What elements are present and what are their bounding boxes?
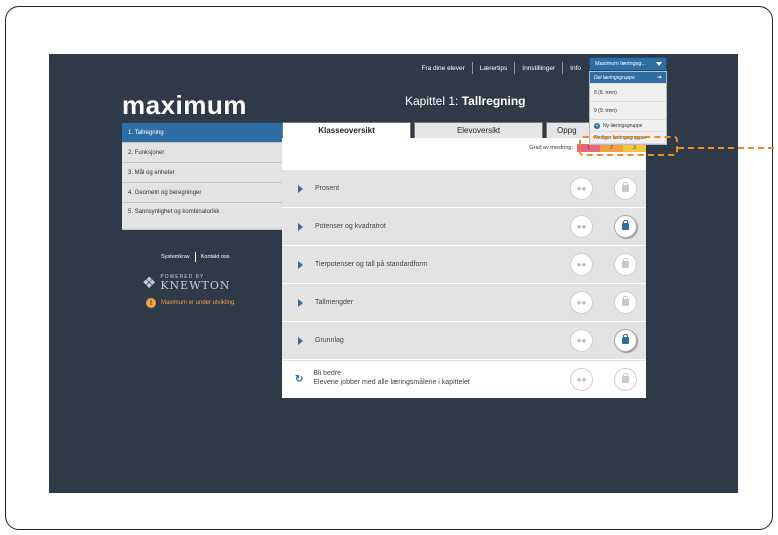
tab-klasseoversikt[interactable]: Klasseoversikt	[282, 122, 411, 138]
group-icon[interactable]: ●●	[570, 329, 593, 352]
chapter-prefix: Kapittel 1:	[405, 94, 462, 108]
dropdown-item-9[interactable]: 9 (9. trinn)	[590, 102, 666, 120]
list-item-label: Grunnlag	[315, 337, 344, 344]
dropdown-menu: Del læringsgruppe ➜ 8 (8. trinn) 9 (9. t…	[589, 71, 667, 145]
list-item[interactable]: Prosent ●●	[282, 170, 646, 208]
dropdown-selected: Maximum læringsg...	[595, 61, 647, 67]
sidebar-item-label: 4. Geometri og beregninger	[128, 189, 202, 196]
warning-icon: !	[146, 298, 156, 308]
dev-notice-text: Maximum er under utvikling	[161, 300, 235, 306]
sidebar-item-label: 5. Sannsynlighet og kombinatorikk	[128, 209, 220, 215]
plus-icon: +	[594, 123, 600, 129]
play-icon[interactable]	[298, 184, 303, 193]
lock-icon[interactable]	[614, 291, 637, 314]
highlight-box	[579, 136, 678, 156]
sidebar-item-label: 1. Tallregning	[128, 129, 164, 136]
share-icon: ➜	[656, 75, 662, 81]
learning-group-dropdown[interactable]: Maximum læringsg...	[589, 57, 667, 71]
lock-icon[interactable]	[614, 177, 637, 200]
play-icon[interactable]	[298, 298, 303, 307]
lock-icon[interactable]	[614, 367, 637, 391]
list-item-label: Tallmengder	[315, 299, 354, 306]
bli-bedre-subtitle: Elevene jobber med alle læringsmålene i …	[313, 379, 470, 386]
page-title: Kapittel 1: Tallregning	[405, 94, 525, 108]
class-overview-panel: Grad av mestring: 1 2 3 Prosent ●● Poten…	[282, 138, 646, 398]
knewton-logo: ❖ POWERED BY KNEWTON	[142, 273, 231, 293]
lock-icon[interactable]	[614, 215, 637, 238]
list-item-bli-bedre[interactable]: ↻ Bli bedre Elevene jobber med alle læri…	[282, 360, 646, 398]
chapter-name: Tallregning	[461, 94, 526, 108]
group-icon[interactable]: ●●	[570, 367, 593, 391]
list-item[interactable]: Tallmengder ●●	[282, 284, 646, 322]
dropdown-item-ny[interactable]: + Ny læringsgruppe	[590, 120, 666, 132]
nav-innstillinger[interactable]: Innstillinger	[515, 65, 562, 72]
learning-goals-list: Prosent ●● Potenser og kvadratrot ●● Tie…	[282, 170, 646, 398]
sidebar-item-label: 3. Mål og enheter	[128, 169, 175, 176]
knewton-label: KNEWTON	[160, 279, 231, 292]
tab-bar: Klasseoversikt Elevoversikt Oppg	[282, 122, 609, 138]
play-icon[interactable]	[298, 260, 303, 269]
knewton-icon: ❖	[142, 275, 157, 292]
sidebar-item-label: 2. Funksjoner	[128, 149, 165, 156]
refresh-icon[interactable]: ↻	[295, 374, 303, 385]
group-icon[interactable]: ●●	[570, 177, 593, 200]
logo: maximum	[122, 90, 247, 120]
lock-icon[interactable]	[614, 253, 637, 276]
dropdown-item-label: Del læringsgruppe	[594, 75, 635, 81]
dropdown-item-8[interactable]: 8 (8. trinn)	[590, 84, 666, 102]
list-item-label: Tierpotenser og tall på standardform	[315, 261, 428, 268]
app-canvas: Fra dine elever Lærertips Innstillinger …	[49, 54, 738, 493]
play-icon[interactable]	[298, 222, 303, 231]
systemkrav-link[interactable]: Systemkrav	[161, 254, 190, 260]
mastery-label: Grad av mestring:	[529, 145, 573, 151]
list-item[interactable]: Potenser og kvadratrot ●●	[282, 208, 646, 246]
dropdown-item-del[interactable]: Del læringsgruppe ➜	[590, 72, 666, 84]
kontakt-link[interactable]: Kontakt oss	[201, 254, 230, 260]
group-icon[interactable]: ●●	[570, 291, 593, 314]
list-item[interactable]: Grunnlag ●●	[282, 322, 646, 360]
group-icon[interactable]: ●●	[570, 215, 593, 238]
top-nav: Fra dine elever Lærertips Innstillinger …	[414, 62, 588, 74]
nav-info[interactable]: Info	[563, 65, 588, 72]
nav-fra-dine-elever[interactable]: Fra dine elever	[414, 65, 471, 72]
list-item[interactable]: Tierpotenser og tall på standardform ●●	[282, 246, 646, 284]
dev-notice: ! Maximum er under utvikling	[146, 298, 234, 308]
list-item-label: Potenser og kvadratrot	[315, 223, 386, 230]
nav-laerertips[interactable]: Lærertips	[473, 65, 514, 72]
footer-links: Systemkrav Kontakt oss	[161, 252, 229, 262]
footer-separator	[194, 252, 196, 262]
highlight-pointer	[678, 147, 774, 149]
play-icon[interactable]	[298, 336, 303, 345]
group-icon[interactable]: ●●	[570, 253, 593, 276]
tab-elevoversikt[interactable]: Elevoversikt	[414, 122, 543, 138]
list-item-label: Prosent	[315, 185, 340, 192]
dropdown-item-label: Ny læringsgruppe	[603, 123, 643, 129]
bli-bedre-title: Bli bedre	[313, 370, 342, 378]
lock-icon[interactable]	[614, 329, 637, 352]
chevron-down-icon	[656, 62, 662, 66]
